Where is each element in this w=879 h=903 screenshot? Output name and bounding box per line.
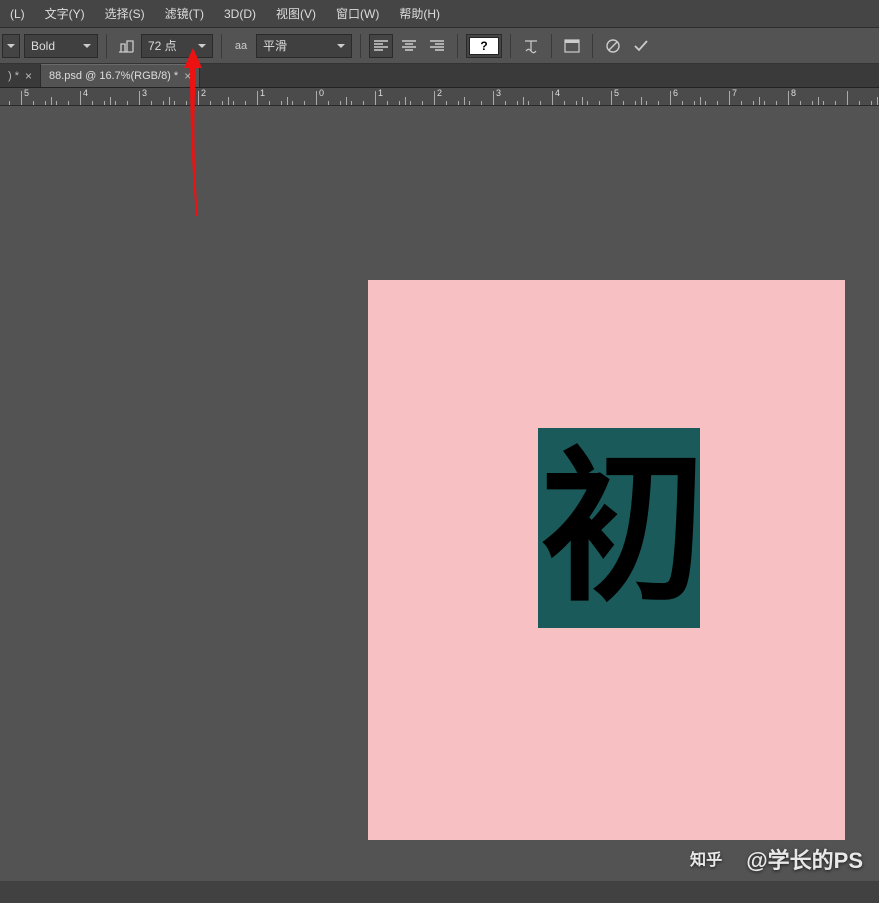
font-weight-value: Bold [31, 39, 55, 53]
document-tab-bar: ) * × 88.psd @ 16.7%(RGB/8) * × [0, 64, 879, 88]
ruler-number: 8 [791, 88, 796, 98]
warp-text-button[interactable] [519, 34, 543, 58]
document-tab-active[interactable]: 88.psd @ 16.7%(RGB/8) * × [41, 64, 200, 87]
font-family-caret[interactable] [2, 34, 20, 58]
align-right-button[interactable] [425, 34, 449, 58]
antialias-dropdown[interactable]: 平滑 [256, 34, 352, 58]
separator [360, 34, 361, 58]
ruler-number: 5 [24, 88, 29, 98]
ruler-number: 5 [614, 88, 619, 98]
antialias-label: aa [230, 34, 252, 58]
document-tab-label: ) * [8, 70, 19, 82]
menu-item-filter[interactable]: 滤镜(T) [155, 3, 214, 24]
panel-icon [563, 38, 581, 54]
ruler-row: 654321012345678 [0, 88, 879, 106]
menu-item-window[interactable]: 窗口(W) [326, 3, 389, 24]
checkmark-icon [633, 38, 649, 54]
warp-text-icon [522, 38, 540, 54]
align-left-icon [373, 39, 389, 53]
menu-bar: (L) 文字(Y) 选择(S) 滤镜(T) 3D(D) 视图(V) 窗口(W) … [0, 0, 879, 28]
character-panel-button[interactable] [560, 34, 584, 58]
commit-edit-button[interactable] [629, 34, 653, 58]
document-tab-label: 88.psd @ 16.7%(RGB/8) * [49, 70, 178, 82]
ruler-number: 7 [732, 88, 737, 98]
separator [221, 34, 222, 58]
close-tab-icon[interactable]: × [25, 70, 32, 82]
ruler-number: 4 [555, 88, 560, 98]
menu-item-select[interactable]: 选择(S) [95, 3, 155, 24]
menu-item-3d[interactable]: 3D(D) [214, 5, 266, 23]
document-tab[interactable]: ) * × [0, 64, 41, 87]
close-tab-icon[interactable]: × [184, 70, 191, 82]
font-size-value: 72 点 [148, 37, 177, 54]
text-color-button[interactable]: ? [466, 34, 502, 58]
separator [457, 34, 458, 58]
align-center-button[interactable] [397, 34, 421, 58]
workspace[interactable]: 初 [0, 106, 879, 881]
cancel-edit-button[interactable] [601, 34, 625, 58]
ruler-number: 1 [260, 88, 265, 98]
text-layer-content: 初 [541, 446, 698, 611]
separator [510, 34, 511, 58]
text-layer[interactable]: 初 [538, 428, 700, 628]
text-color-swatch: ? [469, 37, 499, 55]
ruler-number: 0 [319, 88, 324, 98]
separator [551, 34, 552, 58]
separator [106, 34, 107, 58]
menu-item-type[interactable]: 文字(Y) [35, 3, 95, 24]
color-swatch-text: ? [480, 39, 487, 53]
ruler-number: 4 [83, 88, 88, 98]
ruler-number: 2 [437, 88, 442, 98]
chevron-down-icon [83, 42, 91, 50]
aa-abbrev: aa [235, 40, 247, 52]
menu-item-help[interactable]: 帮助(H) [389, 3, 450, 24]
chevron-down-icon [337, 42, 345, 50]
chevron-down-icon [198, 42, 206, 50]
align-center-icon [401, 39, 417, 53]
type-options-bar: Bold 72 点 aa 平滑 ? [0, 28, 879, 64]
font-size-dropdown[interactable]: 72 点 [141, 34, 213, 58]
ruler-number: 2 [201, 88, 206, 98]
separator [592, 34, 593, 58]
font-weight-dropdown[interactable]: Bold [24, 34, 98, 58]
ruler-number: 1 [378, 88, 383, 98]
menu-item-layer[interactable]: (L) [0, 5, 35, 23]
align-left-button[interactable] [369, 34, 393, 58]
align-right-icon [429, 39, 445, 53]
chevron-down-icon [7, 42, 15, 50]
document-canvas[interactable]: 初 [368, 280, 845, 840]
antialias-value: 平滑 [263, 37, 287, 54]
horizontal-ruler[interactable]: 654321012345678 [0, 88, 879, 106]
ruler-number: 6 [673, 88, 678, 98]
font-size-icon [115, 34, 137, 58]
menu-item-view[interactable]: 视图(V) [266, 3, 326, 24]
bottom-strip [0, 881, 879, 903]
ruler-number: 3 [142, 88, 147, 98]
cancel-icon [605, 38, 621, 54]
ruler-number: 3 [496, 88, 501, 98]
